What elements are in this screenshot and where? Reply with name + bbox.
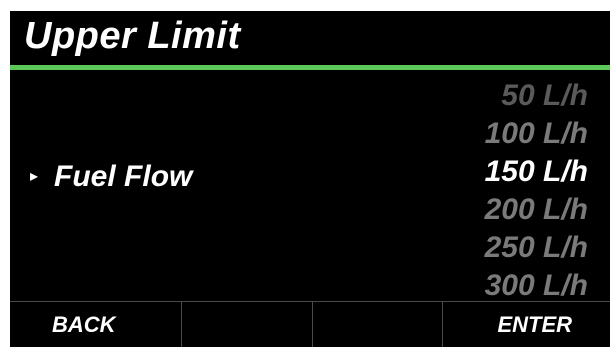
value-option[interactable]: 100 L/h (368, 115, 588, 153)
back-button[interactable]: BACK (10, 302, 183, 347)
setting-row-fuel-flow: ▸ Fuel Flow (30, 157, 192, 197)
softkey-3[interactable] (313, 302, 443, 347)
value-option[interactable]: 50 L/h (368, 77, 588, 115)
header: Upper Limit (10, 11, 610, 65)
value-option[interactable]: 300 L/h (368, 267, 588, 305)
right-triangle-icon: ▸ (30, 167, 39, 185)
softkey-2[interactable] (182, 302, 313, 347)
softkey-bar: BACK ENTER (10, 301, 610, 347)
value-option[interactable]: 250 L/h (368, 229, 588, 267)
value-picker[interactable]: 50 L/h 100 L/h 150 L/h 200 L/h 250 L/h 3… (368, 77, 588, 305)
value-option-selected[interactable]: 150 L/h (368, 153, 588, 191)
setting-label: Fuel Flow (54, 160, 193, 193)
header-accent-bar (10, 65, 610, 70)
page-title: Upper Limit (24, 15, 241, 57)
value-option[interactable]: 200 L/h (368, 191, 588, 229)
enter-button[interactable]: ENTER (443, 302, 610, 347)
display-screen: Upper Limit ▸ Fuel Flow 50 L/h 100 L/h 1… (10, 11, 610, 347)
